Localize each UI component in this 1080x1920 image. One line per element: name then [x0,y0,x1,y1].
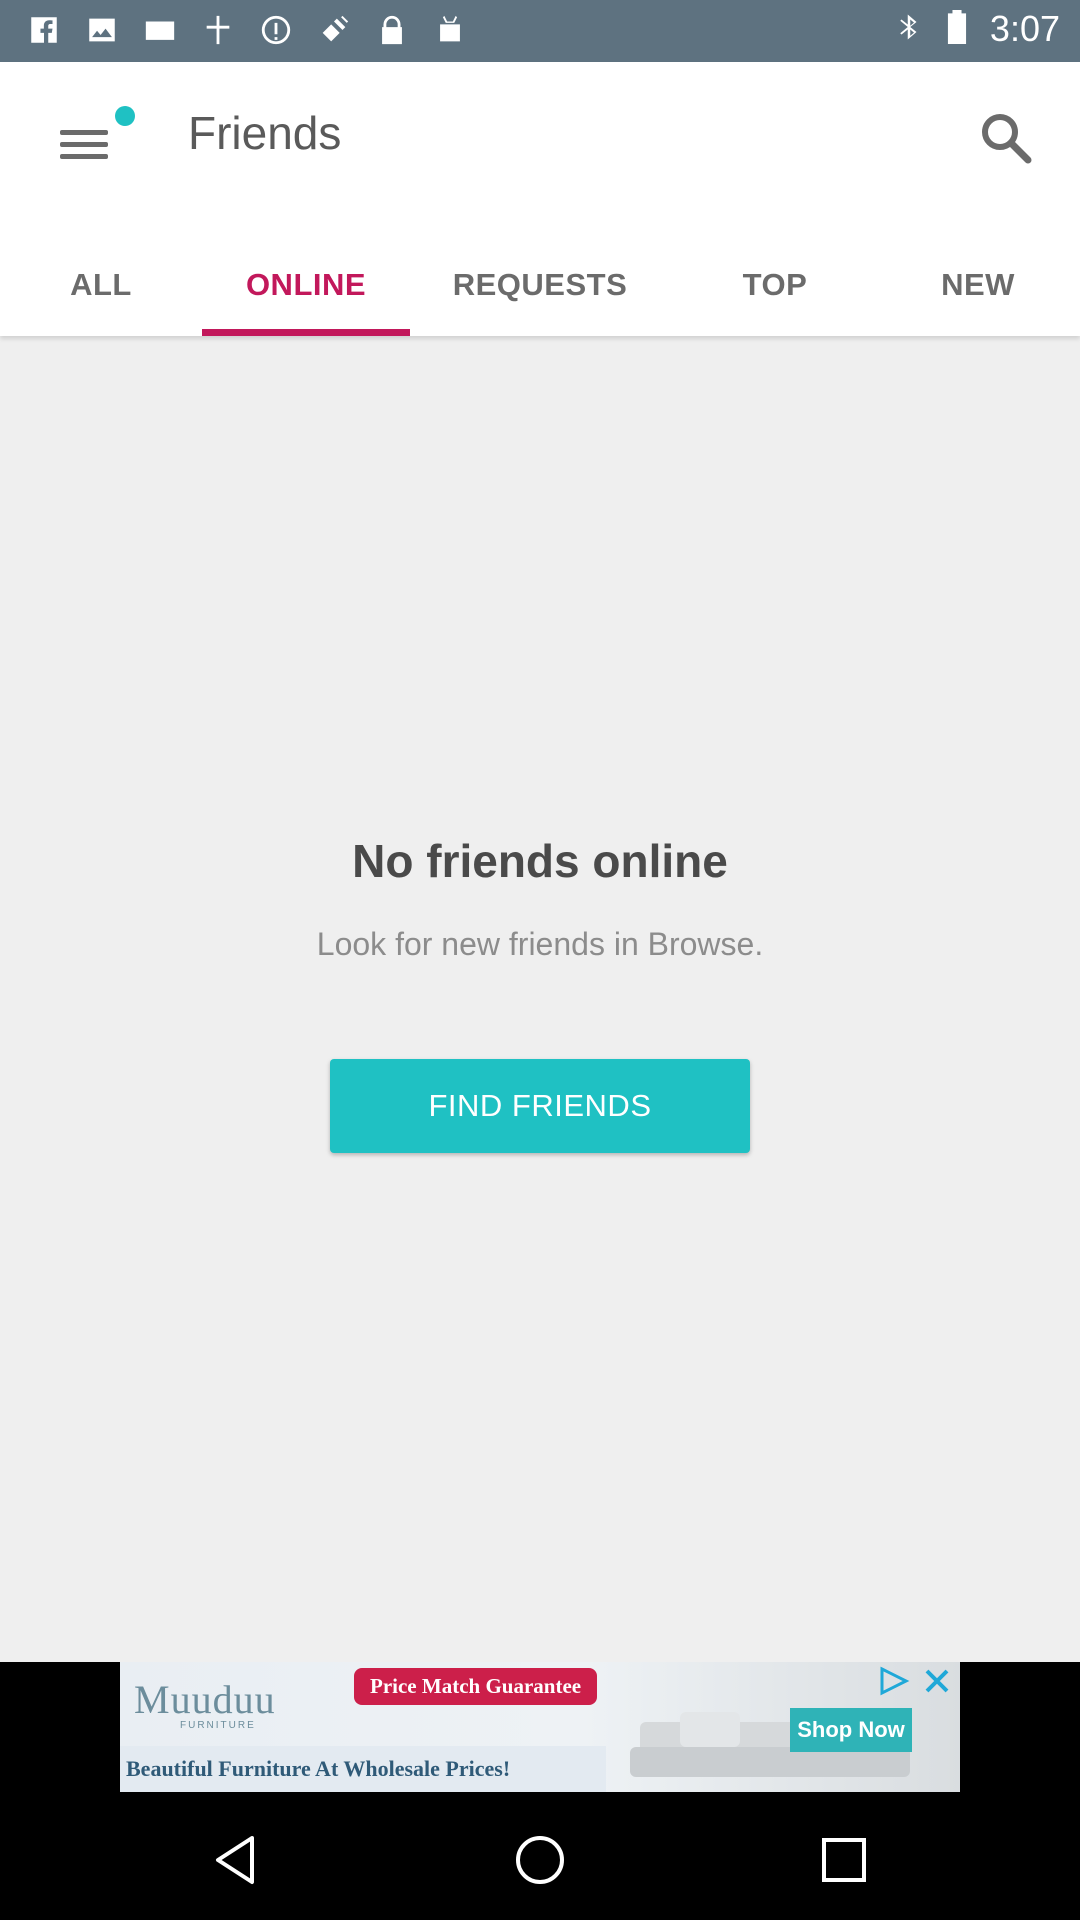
main-content: No friends online Look for new friends i… [0,336,1080,1662]
search-icon [982,114,1032,164]
close-ad-icon[interactable] [922,1666,952,1696]
tab-bar: ALL ONLINE REQUESTS TOP NEW [0,234,1080,336]
app-bar: Friends ALL ONLINE REQUESTS TOP NEW [0,62,1080,336]
mail-icon [140,10,180,50]
ad-brand-logo: Muuduu [134,1677,276,1722]
navigation-bar [0,1796,1080,1920]
page-title: Friends [188,107,342,159]
lock-icon [372,10,412,50]
bluetooth-icon [894,10,924,48]
find-friends-button[interactable]: FIND FRIENDS [330,1059,750,1153]
robot-icon [430,10,470,50]
advertisement-banner[interactable]: Muuduu FURNITURE Price Match Guarantee B… [120,1662,960,1792]
info-icon [256,10,296,50]
ad-choices-icon[interactable] [876,1666,910,1696]
status-bar-notification-icons [24,10,470,50]
recents-button[interactable] [814,1830,874,1890]
fake-gps-icon [314,10,354,50]
ad-brand-subtitle: FURNITURE [180,1720,256,1731]
status-bar: 3:07 [0,0,1080,62]
menu-button[interactable] [58,118,114,174]
empty-state-title: No friends online [352,835,728,887]
status-bar-system-icons: 3:07 [894,8,1060,50]
home-icon [516,1836,564,1884]
notification-dot [115,106,135,126]
empty-state-subtitle: Look for new friends in Browse. [316,926,764,962]
tab-new[interactable]: NEW [880,234,1076,336]
tab-online[interactable]: ONLINE [202,234,410,336]
status-bar-time: 3:07 [989,8,1060,49]
image-icon [82,10,122,50]
back-button[interactable] [206,1830,266,1890]
battery-icon [942,10,972,48]
tab-top[interactable]: TOP [670,234,880,336]
tab-all[interactable]: ALL [0,234,202,336]
ad-price-badge: Price Match Guarantee [354,1668,598,1705]
ad-tagline: Beautiful Furniture At Wholesale Prices! [120,1746,606,1792]
search-button[interactable] [976,108,1036,168]
facebook-icon [24,10,64,50]
ad-shop-now-button[interactable]: Shop Now [790,1708,912,1752]
satellite-icon [198,10,238,50]
recents-icon [822,1838,866,1882]
tab-requests[interactable]: REQUESTS [410,234,670,336]
home-button[interactable] [510,1830,570,1890]
back-icon [216,1836,254,1884]
